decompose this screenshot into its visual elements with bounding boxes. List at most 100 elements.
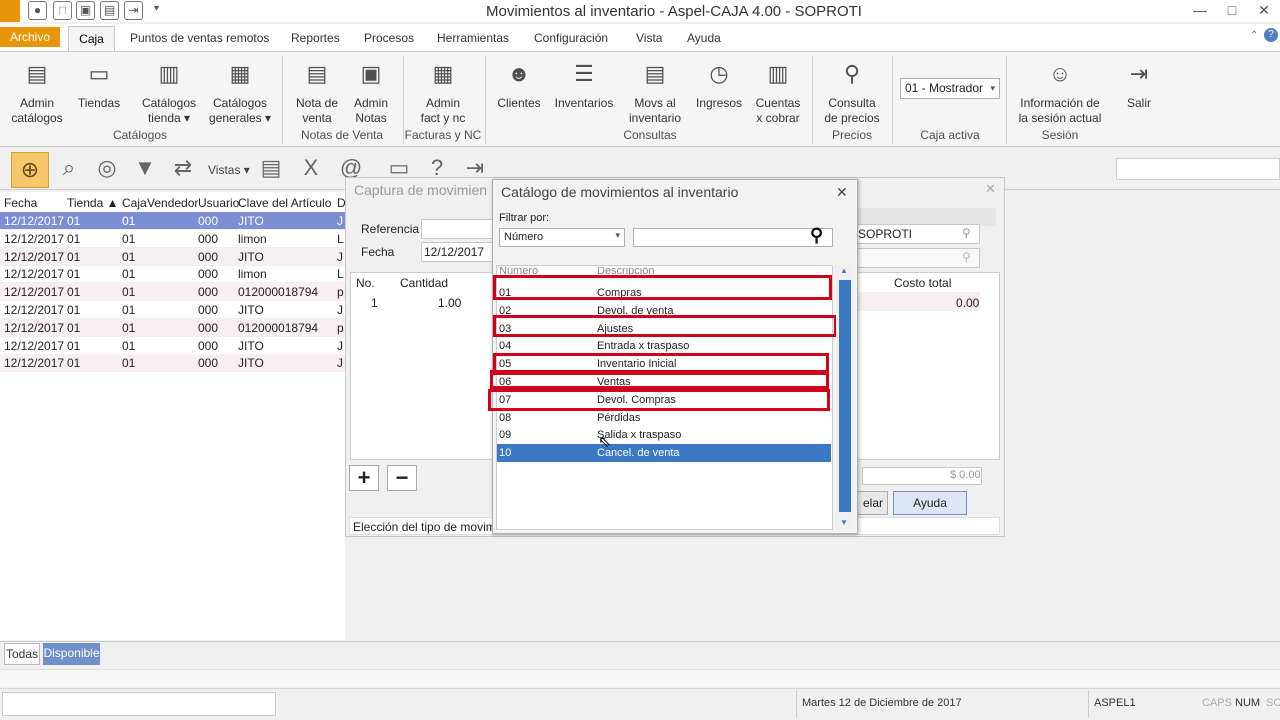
excel-icon[interactable]: X (294, 153, 328, 185)
table-cell: 000 (198, 249, 219, 264)
group-precios-label: Precios (831, 128, 872, 142)
consulta-precios-button[interactable]: ⚲ Consulta de precios (820, 56, 884, 126)
catalog-close-icon[interactable]: ✕ (836, 184, 848, 201)
close-icon[interactable]: ✕ (1248, 0, 1280, 22)
ingresos-label: Ingresos (695, 96, 743, 110)
file-menu[interactable]: Archivo (0, 27, 60, 47)
filter-select[interactable]: Número ▾ (499, 228, 625, 247)
column-header-clave[interactable]: Clave del Artículo (238, 194, 331, 212)
tab-todas[interactable]: Todas (4, 643, 40, 665)
price-search-icon: ⚲ (843, 61, 861, 86)
column-header-caja[interactable]: Caja (122, 194, 147, 212)
horizontal-scrollbar[interactable] (0, 669, 1280, 687)
table-cell: J (337, 249, 343, 264)
maximize-icon[interactable]: □ (1216, 0, 1248, 22)
tab-puntos-venta-remotos[interactable]: Puntos de ventas remotos (130, 31, 269, 45)
tab-reportes[interactable]: Reportes (291, 31, 340, 45)
catalog-item[interactable]: 09 Salida x traspaso (497, 426, 831, 444)
tab-vista[interactable]: Vista (636, 31, 662, 45)
filter-search-input[interactable] (633, 228, 833, 247)
invoice-icon: ▦ (432, 61, 454, 86)
column-header-vendedor[interactable]: Vendedor (147, 194, 198, 212)
tab-configuracion[interactable]: Configuración (534, 31, 608, 45)
table-cell: 000 (198, 320, 219, 335)
scroll-up-icon[interactable]: ▲ (840, 266, 848, 275)
status-input[interactable] (2, 692, 276, 716)
fecha-value: 12/12/2017 (424, 245, 485, 259)
search-document-icon[interactable]: ⌕ (52, 153, 86, 185)
receivables-icon: ▥ (767, 61, 789, 86)
table-cell: 01 (67, 231, 81, 246)
exit-door-icon: ⇥ (1129, 61, 1149, 86)
table-cell: 01 (67, 356, 81, 371)
scrollbar-thumb[interactable] (839, 280, 851, 512)
cuentas-cobrar-button[interactable]: ▥ Cuentas x cobrar (750, 56, 806, 126)
vistas-dropdown[interactable]: Vistas ▾ (208, 163, 250, 177)
tab-ayuda[interactable]: Ayuda (687, 31, 721, 45)
referencia-input[interactable] (421, 219, 493, 239)
clipboard-icon[interactable]: ▤ (254, 153, 288, 185)
catalogos-generales-button[interactable]: ▦ Catálogos generales ▾ (206, 56, 274, 126)
catalog-item[interactable]: 10 Cancel. de venta (497, 444, 831, 463)
ayuda-button[interactable]: Ayuda (893, 491, 967, 515)
movs-inventario-button[interactable]: ▤ Movs al inventario (622, 56, 688, 126)
ingresos-button[interactable]: ◷ Ingresos (694, 56, 744, 111)
table-cell: 12/12/2017 (4, 267, 65, 282)
table-cell: 01 (67, 338, 81, 353)
table-cell: p (337, 285, 344, 300)
catalog-item[interactable]: 08 Pérdidas (497, 409, 831, 427)
cuentas-label: Cuentas x cobrar (755, 96, 801, 125)
captura-close-icon[interactable]: ✕ (985, 181, 996, 197)
tab-procesos[interactable]: Procesos (364, 31, 414, 45)
captura-status-text: Elección del tipo de movimien (353, 520, 512, 534)
catalogos-tienda-label: Catálogos tienda ▾ (141, 96, 197, 125)
minimize-icon[interactable]: — (1184, 0, 1216, 22)
column-header-tienda[interactable]: Tienda ▲ (67, 194, 118, 212)
add-row-button[interactable]: + (349, 465, 379, 491)
catalogos-tienda-button[interactable]: ▥ Catálogos tienda ▾ (136, 56, 202, 126)
catalog-item-number: 10 (499, 447, 512, 460)
ribbon-collapse-icon[interactable]: ⌃ (1250, 30, 1258, 41)
caja-activa-select[interactable]: 01 - Mostrador ▾ (900, 78, 1000, 99)
status-scrl: SC (1266, 697, 1280, 709)
search-icon[interactable]: ⚲ (810, 225, 823, 246)
info-sesion-button[interactable]: ☺ Información de la sesión actual (1012, 56, 1108, 126)
column-header-fecha[interactable]: Fecha (4, 194, 37, 212)
tab-caja[interactable]: Caja (68, 26, 115, 52)
info-sesion-label: Información de la sesión actual (1018, 96, 1102, 125)
salir-label: Salir (1126, 96, 1151, 110)
col-header-costo-total: Costo total (894, 276, 952, 290)
swap-icon[interactable]: ⇄ (166, 153, 200, 185)
salir-button[interactable]: ⇥ Salir (1118, 56, 1160, 111)
help-icon[interactable]: ? (1264, 28, 1278, 42)
table-cell: J (337, 338, 343, 353)
tab-disponible[interactable]: Disponible (43, 643, 100, 665)
admin-fact-button[interactable]: ▦ Admin fact y nc (410, 56, 476, 126)
scroll-down-icon[interactable]: ▼ (840, 518, 848, 527)
table-cell: JITO (238, 338, 264, 353)
remove-row-button[interactable]: − (387, 465, 417, 491)
income-icon: ◷ (709, 61, 729, 86)
bottom-tab-bar (0, 641, 1280, 669)
admin-catalogos-button[interactable]: ▤ Admin catálogos (5, 56, 69, 126)
status-separator (796, 690, 797, 718)
view-details-icon[interactable]: ◎ (90, 153, 124, 185)
column-header-usuario[interactable]: Usuario (198, 194, 239, 212)
admin-notas-button[interactable]: ▣ Admin Notas (346, 56, 396, 126)
new-document-button[interactable]: ⊕ (11, 152, 49, 188)
search-input[interactable] (1116, 158, 1280, 180)
admin-catalogos-label: Admin catálogos (11, 96, 63, 125)
tiendas-button[interactable]: ▭ Tiendas (72, 56, 126, 111)
inventarios-button[interactable]: ☰ Inventarios (552, 56, 616, 111)
filter-icon[interactable]: ▼ (128, 153, 162, 185)
group-facturas-label: Facturas y NC (404, 128, 482, 142)
proveedor-value: SOPROTI (858, 227, 913, 241)
nota-venta-button[interactable]: ▤ Nota de venta (290, 56, 344, 126)
group-caja-label: Caja activa (920, 128, 980, 142)
general-catalog-icon: ▦ (229, 61, 251, 86)
clientes-button[interactable]: ☻ Clientes (494, 56, 544, 111)
table-cell: 12/12/2017 (4, 231, 65, 246)
search-lookup-icon[interactable]: ⚲ (962, 226, 971, 240)
tab-herramientas[interactable]: Herramientas (437, 31, 509, 45)
search-lookup-icon[interactable]: ⚲ (962, 250, 971, 264)
